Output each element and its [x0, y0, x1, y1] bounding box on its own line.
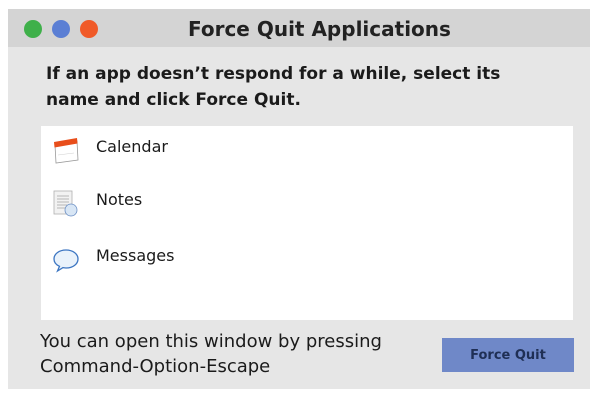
instruction-text: If an app doesn’t respond for a while, s…	[46, 64, 501, 110]
list-item-calendar[interactable]: Calendar	[41, 129, 573, 167]
shortcut-hint: You can open this window by pressing Com…	[40, 331, 382, 377]
calendar-icon	[54, 138, 79, 164]
list-item-messages[interactable]: Messages	[41, 238, 573, 276]
notes-icon	[53, 190, 78, 217]
window-title: Force Quit Applications	[188, 17, 451, 41]
force-quit-button[interactable]: Force Quit	[442, 338, 574, 372]
zoom-window-button[interactable]	[80, 20, 98, 38]
app-list[interactable]: Calendar Notes Messages	[41, 126, 573, 320]
minimize-window-button[interactable]	[52, 20, 70, 38]
app-label: Messages	[96, 246, 175, 265]
messages-icon	[53, 249, 79, 273]
title-bar: Force Quit Applications	[8, 9, 590, 47]
app-label: Calendar	[96, 137, 168, 156]
force-quit-window: Force Quit Applications If an app doesn’…	[8, 9, 590, 389]
close-window-button[interactable]	[24, 20, 42, 38]
app-label: Notes	[96, 190, 143, 209]
list-item-notes[interactable]: Notes	[41, 182, 573, 220]
